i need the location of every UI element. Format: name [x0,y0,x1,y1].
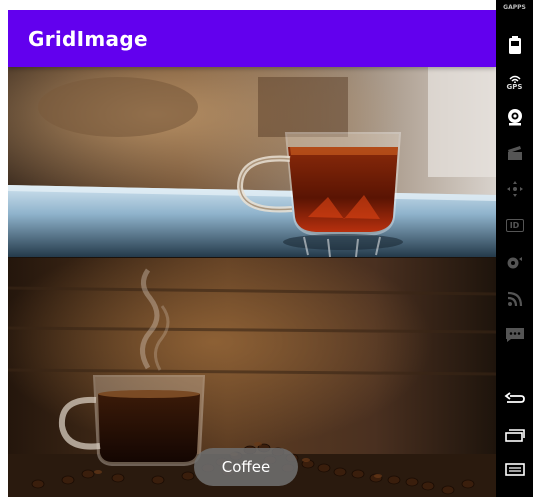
menu-button[interactable] [496,456,533,482]
record-icon [507,257,522,269]
camera-button[interactable] [496,104,533,130]
camera-icon [507,109,522,126]
emulator-toolbar: GAPPS GPS ID [496,0,533,497]
identity-button[interactable]: ID [496,212,533,238]
app-window: GridImage Coffee [8,10,496,497]
feed-button[interactable] [496,286,533,312]
battery-button[interactable] [496,32,533,58]
grid-item-tea[interactable] [8,67,496,257]
toast-message: Coffee [194,448,298,486]
app-title: GridImage [28,26,148,51]
message-button[interactable] [496,322,533,348]
rss-icon [507,291,522,307]
record-button[interactable] [496,250,533,276]
media-button[interactable] [496,140,533,166]
gps-icon [508,75,521,83]
recent-apps-button[interactable] [496,422,533,448]
recent-apps-icon [504,429,525,442]
dpad-button[interactable] [496,176,533,202]
back-icon [504,392,525,403]
dpad-icon [506,181,523,197]
gps-label: GPS [506,82,523,91]
gapps-label: GAPPS [503,3,526,11]
gps-button[interactable]: GPS [496,68,533,96]
back-button[interactable] [496,386,533,412]
tea-cup-photo [8,67,496,257]
app-bar: GridImage [8,10,496,67]
menu-icon [504,463,525,476]
id-icon: ID [505,218,524,232]
battery-icon [508,36,521,54]
message-icon [505,328,524,342]
clapperboard-icon [507,146,522,160]
